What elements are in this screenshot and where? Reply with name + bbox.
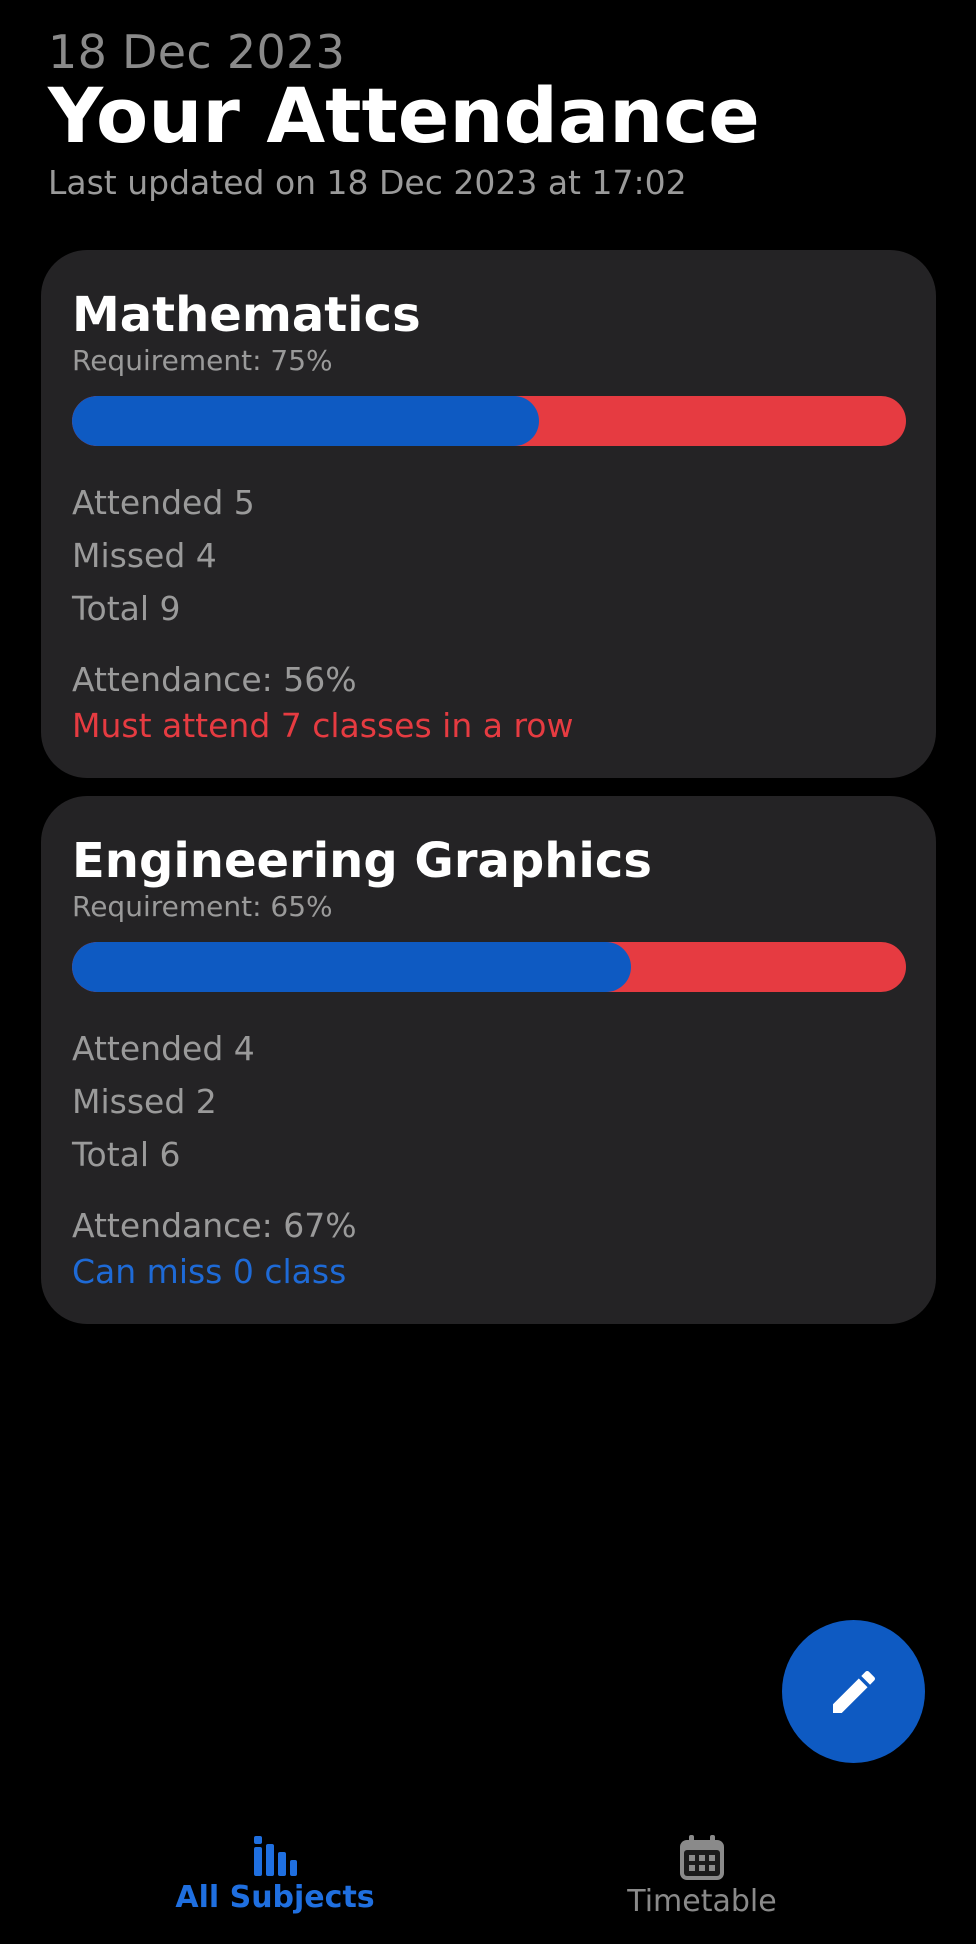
nav-label: Timetable <box>627 1884 777 1919</box>
pencil-icon <box>832 1670 875 1713</box>
attendance-progress-bar <box>72 396 906 446</box>
attendance-percentage: Attendance: 67% <box>72 1206 357 1245</box>
attendance-advice: Can miss 0 class <box>72 1252 347 1291</box>
subject-card-mathematics[interactable]: Mathematics Requirement: 75% Attended 5 … <box>41 250 936 778</box>
attendance-stats: Attended 4 Missed 2 Total 6 <box>72 1022 255 1181</box>
attendance-advice: Must attend 7 classes in a row <box>72 706 574 745</box>
nav-all-subjects[interactable]: All Subjects <box>170 1834 380 1916</box>
page-title: Your Attendance <box>48 71 760 160</box>
bar-chart-icon <box>254 1836 297 1876</box>
subject-name: Engineering Graphics <box>72 833 652 889</box>
requirement-text: Requirement: 65% <box>72 890 333 923</box>
nav-timetable[interactable]: Timetable <box>612 1834 792 1920</box>
attended-count: Attended 5 <box>72 483 255 522</box>
subject-name: Mathematics <box>72 287 421 343</box>
subject-card-engineering-graphics[interactable]: Engineering Graphics Requirement: 65% At… <box>41 796 936 1324</box>
attendance-screen: 18 Dec 2023 Your Attendance Last updated… <box>0 0 976 1944</box>
missed-count: Missed 2 <box>72 1082 217 1121</box>
bottom-navigation: All Subjects Timetable <box>0 1820 976 1944</box>
requirement-text: Requirement: 75% <box>72 344 333 377</box>
attendance-progress-bar <box>72 942 906 992</box>
edit-button[interactable] <box>782 1620 925 1763</box>
attended-count: Attended 4 <box>72 1029 255 1068</box>
attended-progress-fill <box>72 942 631 992</box>
header: 18 Dec 2023 Your Attendance Last updated… <box>48 24 928 204</box>
calendar-icon <box>680 1835 724 1880</box>
missed-count: Missed 4 <box>72 536 217 575</box>
attendance-stats: Attended 5 Missed 4 Total 9 <box>72 476 255 635</box>
last-updated-text: Last updated on 18 Dec 2023 at 17:02 <box>48 163 687 202</box>
total-count: Total 9 <box>72 589 181 628</box>
total-count: Total 6 <box>72 1135 181 1174</box>
nav-label: All Subjects <box>175 1880 375 1915</box>
attended-progress-fill <box>72 396 540 446</box>
attendance-percentage: Attendance: 56% <box>72 660 357 699</box>
